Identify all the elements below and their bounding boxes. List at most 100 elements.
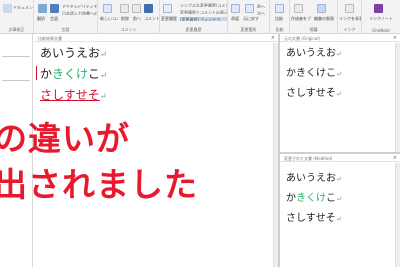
- original-line-2: かきくけこ↵: [286, 64, 342, 79]
- block-authors-button[interactable]: 作成者をブロック: [291, 16, 311, 22]
- change-bar: [36, 66, 37, 80]
- linked-notes-button[interactable]: リンクノート: [365, 16, 397, 22]
- compared-line-2: かきくけこ↵: [40, 65, 107, 82]
- japanese-dictionary-button[interactable]: 日本語入力辞書への単語登録: [62, 11, 97, 15]
- ribbon-group-label: インク: [343, 27, 356, 32]
- ribbon-group-label: 文章校正: [8, 27, 25, 32]
- caption-line-1: の違いが: [0, 119, 130, 158]
- revised-line-1: あいうえお↵: [286, 169, 342, 184]
- previous-comment-icon: [132, 4, 141, 13]
- revised-line-3: さしすせそ↵: [286, 209, 342, 224]
- paragraph-mark-icon: ↵: [336, 175, 342, 183]
- divider: [2, 56, 30, 57]
- revised-pane-scrollbar[interactable]: [395, 163, 400, 267]
- compared-pane-title: 比較結果文書: [34, 34, 278, 42]
- new-comment-icon: [103, 4, 112, 13]
- line-text: こ: [326, 193, 336, 204]
- language-button[interactable]: 言語: [50, 16, 58, 22]
- line-text: か: [40, 67, 53, 81]
- original-document-pane[interactable]: 元の文書 (Original) × あいうえお↵ かきくけこ↵ さしすせそ↵: [280, 34, 400, 152]
- review-ribbon: ドキュメント検査 文章校正 翻訳 言語 アクセシビリティチェック 日本語入力辞書…: [0, 0, 400, 34]
- markup-dropdown[interactable]: シンプルな変更履歴/コメント: [180, 3, 227, 7]
- compared-line-1: あいうえお↵: [40, 44, 107, 61]
- compare-button[interactable]: 比較: [275, 16, 283, 22]
- track-changes-icon: [163, 4, 172, 13]
- line-text: あいうえお: [286, 48, 336, 59]
- restrict-editing-button[interactable]: 編集の制限: [314, 16, 336, 22]
- compared-line-3: さしすせそ↵: [40, 86, 107, 103]
- paragraph-mark-icon: ↵: [335, 215, 342, 223]
- ribbon-group-protect: 作成者をブロック 編集の制限 保護: [290, 0, 338, 34]
- accept-button[interactable]: 承諾: [231, 16, 239, 22]
- ribbon-group-label: OneNote: [372, 28, 390, 33]
- original-line-3: さしすせそ↵: [286, 84, 342, 99]
- hide-ink-icon: [345, 4, 354, 13]
- close-icon[interactable]: ×: [271, 35, 275, 41]
- ribbon-group-label: コメント: [120, 27, 137, 32]
- line-text: あいうえお: [286, 173, 336, 184]
- ribbon-group-onenote: リンクノート OneNote: [362, 0, 400, 34]
- ribbon-group-tracking: 変更履歴の記録 シンプルな変更履歴/コメント 変更履歴とコメントの表示 [変更履…: [160, 0, 228, 34]
- show-markup-button[interactable]: 変更履歴とコメントの表示: [180, 10, 227, 14]
- line-text: あいうえお: [40, 46, 101, 60]
- reject-button[interactable]: 元に戻す: [243, 16, 259, 22]
- line-text: かきくけこ: [286, 68, 336, 79]
- original-pane-title: 元の文書 (Original): [280, 34, 400, 42]
- ribbon-group-label: 比較: [275, 27, 284, 32]
- ribbon-group-ink: インクを非表示 インク: [338, 0, 362, 34]
- paragraph-mark-icon: ↵: [336, 70, 342, 78]
- paragraph-mark-icon: ↵: [335, 90, 342, 98]
- block-authors-icon: [294, 4, 303, 13]
- translate-button[interactable]: 翻訳: [37, 16, 45, 22]
- paragraph-mark-icon: ↵: [336, 50, 342, 58]
- close-icon[interactable]: ×: [393, 155, 397, 161]
- onenote-icon: [374, 4, 383, 13]
- ribbon-group-comments: 新しいコメント 削除 前へ コメントの表示 コメント: [98, 0, 160, 34]
- inserted-text: きくけ: [52, 67, 89, 81]
- ribbon-group-label: 保護: [309, 27, 318, 32]
- show-comments-button[interactable]: コメントの表示: [144, 16, 159, 22]
- next-change-button[interactable]: 次へ: [257, 11, 269, 15]
- paragraph-mark-icon: ↵: [99, 91, 107, 101]
- restrict-editing-icon: [317, 4, 326, 13]
- reviewing-pane-button[interactable]: [変更履歴] ウィンドウ: [180, 17, 227, 21]
- document-check-icon: [3, 4, 12, 13]
- ribbon-group-proofing: ドキュメント検査 文章校正: [0, 0, 34, 34]
- ribbon-group-compare: 比較 比較: [270, 0, 290, 34]
- revised-line-2: かきくけこ↵: [286, 189, 342, 204]
- caption-line-2: 出されました: [0, 165, 198, 204]
- original-line-1: あいうえお↵: [286, 44, 342, 59]
- ribbon-group-label: 変更箇所: [240, 27, 257, 32]
- inserted-text: きくけ: [296, 193, 326, 204]
- ribbon-group-changes: 承諾 元に戻す 前へ 次へ 変更箇所: [228, 0, 270, 34]
- previous-comment-button[interactable]: 前へ: [133, 16, 141, 22]
- paragraph-mark-icon: ↵: [100, 49, 108, 59]
- divider: [2, 80, 30, 81]
- ribbon-group-label: 言語: [61, 27, 70, 32]
- accessibility-button[interactable]: アクセシビリティチェック: [62, 4, 97, 8]
- language-icon: [50, 4, 59, 13]
- ribbon-btn-inspect[interactable]: ドキュメント検査: [13, 5, 33, 9]
- new-comment-button[interactable]: 新しいコメント: [100, 16, 118, 22]
- track-changes-button[interactable]: 変更履歴の記録: [161, 16, 177, 22]
- reject-icon: [245, 4, 254, 13]
- previous-change-button[interactable]: 前へ: [257, 4, 269, 8]
- close-icon[interactable]: ×: [393, 35, 397, 41]
- hide-ink-button[interactable]: インクを非表示: [339, 16, 361, 22]
- show-comments-icon: [144, 4, 153, 13]
- delete-comment-button[interactable]: 削除: [121, 16, 129, 22]
- revised-pane-title: 変更された文書 (Modifed): [280, 154, 400, 162]
- compare-icon: [275, 4, 284, 13]
- changed-text: さしすせそ: [40, 88, 100, 102]
- line-text: さしすせそ: [286, 88, 336, 99]
- revised-document-pane[interactable]: 変更された文書 (Modifed) × あいうえお↵ かきくけこ↵ さしすせそ↵: [280, 154, 400, 267]
- line-text: こ: [88, 67, 101, 81]
- paragraph-mark-icon: ↵: [100, 70, 108, 80]
- ribbon-group-label: 変更履歴: [185, 27, 202, 32]
- accept-icon: [231, 4, 240, 13]
- line-text: か: [286, 193, 296, 204]
- original-pane-scrollbar[interactable]: [395, 43, 400, 152]
- translate-icon: [38, 4, 47, 13]
- delete-comment-icon: [120, 4, 129, 13]
- ribbon-group-language: 翻訳 言語 アクセシビリティチェック 日本語入力辞書への単語登録 言語: [34, 0, 98, 34]
